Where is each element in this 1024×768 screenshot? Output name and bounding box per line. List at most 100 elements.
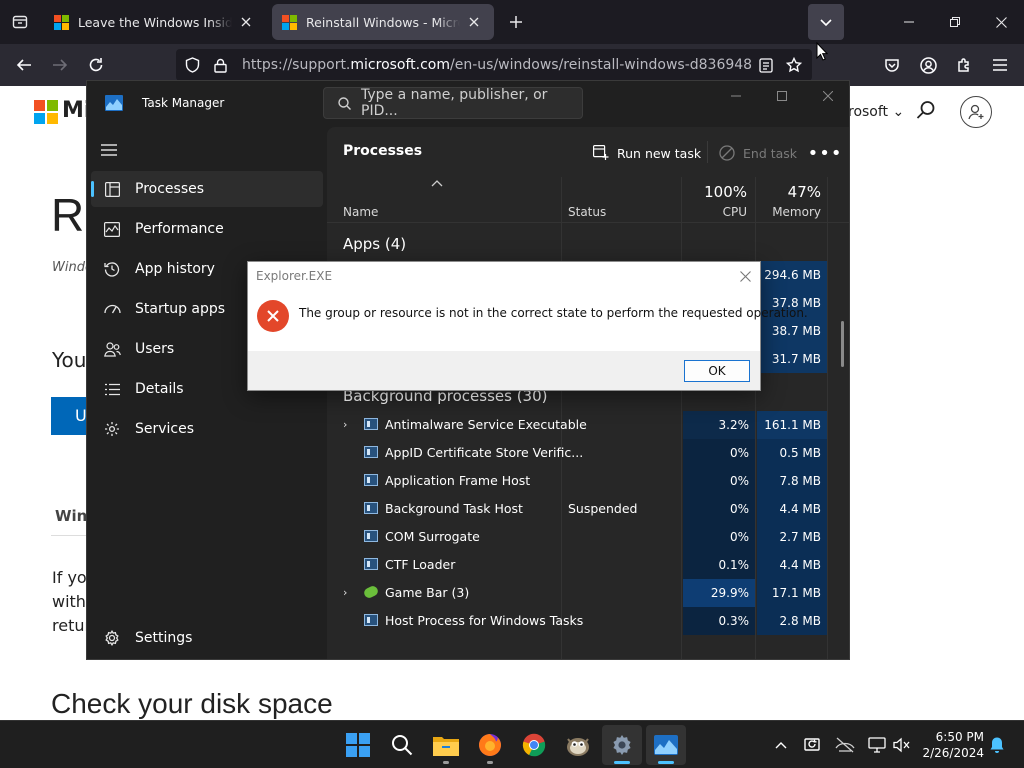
table-row[interactable]: Background Task Host Suspended <box>327 495 683 523</box>
tracking-protection-shield-icon[interactable] <box>180 57 204 73</box>
minimize-button[interactable] <box>886 0 932 44</box>
task-manager-titlebar[interactable]: Task Manager Type a name, publisher, or … <box>87 81 849 127</box>
chrome-icon <box>522 733 546 757</box>
taskbar-search-button[interactable] <box>382 725 422 765</box>
firefox-view-icon <box>12 15 28 29</box>
close-window-button[interactable] <box>978 0 1024 44</box>
sidebar-item-label: Startup apps <box>135 301 226 317</box>
table-row[interactable]: AppID Certificate Store Verific... <box>327 439 683 467</box>
process-memory-cell: 161.1 MB <box>757 411 827 439</box>
taskbar-settings[interactable] <box>602 725 642 765</box>
forward-button[interactable] <box>45 50 75 80</box>
account-button[interactable] <box>913 50 943 80</box>
restore-button[interactable] <box>932 0 978 44</box>
tm-minimize-button[interactable] <box>713 81 759 111</box>
end-task-icon <box>719 145 735 161</box>
column-header-cpu[interactable]: CPU <box>683 205 747 219</box>
extensions-button[interactable] <box>949 50 979 80</box>
tray-volume-muted[interactable] <box>890 733 914 757</box>
list-all-tabs-button[interactable] <box>808 4 844 40</box>
table-row[interactable]: COM Surrogate <box>327 523 683 551</box>
tm-close-button[interactable] <box>805 81 849 111</box>
lock-icon[interactable] <box>208 58 232 73</box>
taskbar-file-explorer[interactable] <box>426 725 466 765</box>
ok-button[interactable]: OK <box>684 360 750 382</box>
search-icon <box>338 96 351 110</box>
reader-view-icon[interactable] <box>754 57 778 73</box>
taskbar-firefox[interactable] <box>470 725 510 765</box>
bookmark-star-icon[interactable] <box>782 57 806 73</box>
system-clock[interactable]: 6:50 PM 2/26/2024 <box>918 729 984 761</box>
task-manager-icon <box>105 95 123 115</box>
table-row[interactable]: CTF Loader <box>327 551 683 579</box>
dialog-title: Explorer.EXE <box>256 269 333 283</box>
end-task-button[interactable]: End task <box>719 139 797 167</box>
process-name: CTF Loader <box>385 557 456 572</box>
taskbar-task-manager[interactable] <box>646 725 686 765</box>
table-row[interactable]: Host Process for Windows Tasks <box>327 607 683 635</box>
cpu-total-percent[interactable]: 100% <box>683 183 747 201</box>
table-row[interactable]: › Game Bar (3) <box>327 579 683 607</box>
tray-display[interactable] <box>865 733 889 757</box>
run-new-task-button[interactable]: Run new task <box>593 139 701 167</box>
reload-button[interactable] <box>81 50 111 80</box>
sidebar-toggle-button[interactable] <box>101 141 117 160</box>
tab-divider <box>51 535 91 536</box>
new-tab-button[interactable] <box>502 8 530 36</box>
apps-group-header[interactable]: Apps (4) <box>343 235 406 253</box>
search-placeholder: Type a name, publisher, or PID... <box>361 87 548 119</box>
close-icon <box>739 270 751 282</box>
process-cpu-cell: 0.3% <box>683 607 755 635</box>
users-icon <box>101 341 123 357</box>
back-button[interactable] <box>9 50 39 80</box>
pocket-button[interactable] <box>877 50 907 80</box>
performance-chart-icon <box>101 221 123 237</box>
notifications-button[interactable] <box>986 733 1008 757</box>
expand-chevron-icon[interactable]: › <box>343 418 347 431</box>
sidebar-item-settings[interactable]: Settings <box>91 620 323 656</box>
column-header-memory[interactable]: Memory <box>757 205 821 219</box>
more-dots-icon: ••• <box>807 142 843 164</box>
notification-bell-icon <box>990 737 1004 753</box>
tray-sync[interactable] <box>801 733 825 757</box>
hamburger-menu-icon <box>101 144 117 156</box>
table-row[interactable]: Application Frame Host <box>327 467 683 495</box>
more-options-button[interactable]: ••• <box>808 139 842 167</box>
memory-total-percent[interactable]: 47% <box>757 183 821 201</box>
page-action-button[interactable]: U <box>51 397 91 435</box>
taskbar-gimp[interactable] <box>558 725 598 765</box>
sidebar-item-performance[interactable]: Performance <box>91 211 323 247</box>
dialog-close-button[interactable] <box>734 265 756 287</box>
sort-ascending-icon[interactable] <box>431 177 443 190</box>
puzzle-icon <box>958 58 969 72</box>
column-header-name[interactable]: Name <box>343 205 378 219</box>
search-icon <box>916 101 935 119</box>
site-search-button[interactable] <box>916 100 936 124</box>
menu-button[interactable] <box>985 50 1015 80</box>
tab-close-button[interactable] <box>236 12 256 32</box>
microsoft-logo-icon[interactable] <box>34 100 58 124</box>
address-bar[interactable]: https://support.microsoft.com/en-us/wind… <box>176 49 812 81</box>
avatar[interactable] <box>960 96 992 128</box>
table-row[interactable]: › Antimalware Service Executable <box>327 411 683 439</box>
taskbar-chrome[interactable] <box>514 725 554 765</box>
firefox-view-button[interactable] <box>0 0 40 44</box>
vertical-scrollbar[interactable] <box>841 321 844 367</box>
process-search-input[interactable]: Type a name, publisher, or PID... <box>323 87 583 119</box>
tm-maximize-button[interactable] <box>759 81 805 111</box>
start-button[interactable] <box>338 725 378 765</box>
windows-version-tab[interactable]: Win <box>55 507 87 525</box>
tab-leave-insider-program[interactable]: Leave the Windows Insider Program <box>44 4 266 40</box>
sidebar-item-processes[interactable]: Processes <box>91 171 323 207</box>
show-hidden-icons-button[interactable] <box>769 733 793 757</box>
sidebar-item-services[interactable]: Services <box>91 411 323 447</box>
tab-close-button[interactable] <box>464 12 484 32</box>
column-header-status[interactable]: Status <box>568 205 606 219</box>
tab-reinstall-windows[interactable]: Reinstall Windows - Microsoft Support <box>272 4 494 40</box>
url-text[interactable]: https://support.microsoft.com/en-us/wind… <box>242 57 752 73</box>
microsoft-account-menu[interactable]: rosoft ⌄ <box>848 104 904 120</box>
expand-chevron-icon[interactable]: › <box>343 586 347 599</box>
process-cpu-cell: 29.9% <box>683 579 755 607</box>
process-cpu-cell: 0% <box>683 467 755 495</box>
tray-network[interactable] <box>833 733 857 757</box>
